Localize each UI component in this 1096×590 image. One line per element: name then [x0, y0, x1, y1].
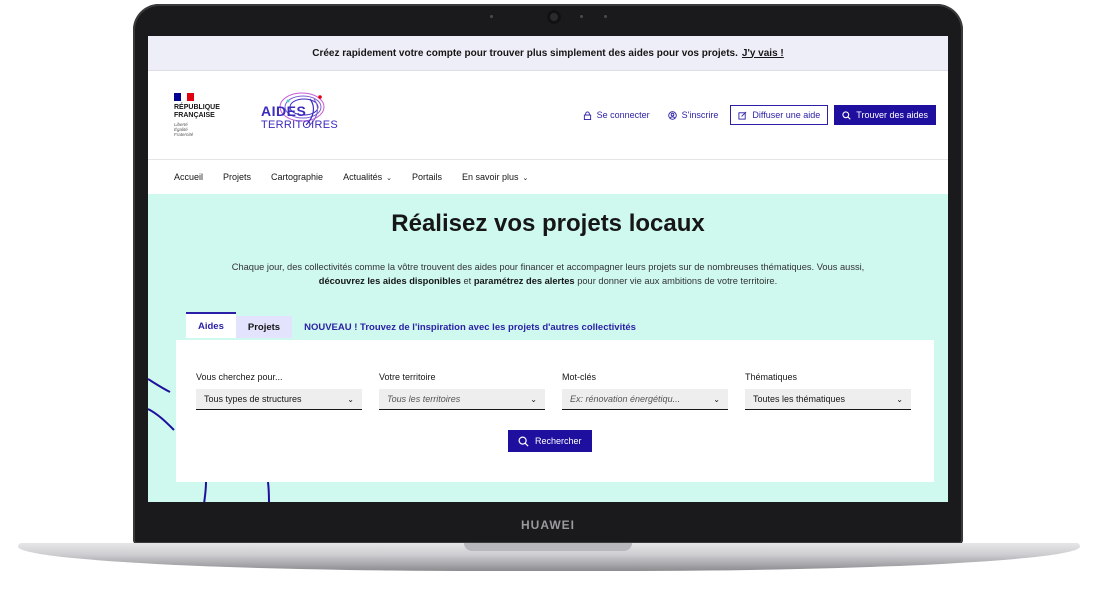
keywords-input[interactable]: Ex: rénovation énergétiqu... ⌄ [562, 389, 728, 410]
themes-field: Thématiques Toutes les thématiques ⌄ [745, 372, 911, 410]
logo-territoires-text[interactable]: TERRITOIRES [261, 119, 338, 131]
webcam [547, 10, 561, 24]
nav-item-projets[interactable]: Projets [223, 172, 251, 182]
search-icon [518, 435, 529, 447]
logo-aides-text[interactable]: AIDES [261, 103, 306, 119]
search-panel: Vous cherchez pour... Tous types de stru… [176, 340, 934, 482]
sensor-dot [604, 15, 607, 18]
select-placeholder: Tous les territoires [387, 394, 461, 404]
signup-banner: Créez rapidement votre compte pour trouv… [148, 36, 948, 71]
chevron-down-icon: ⌄ [896, 394, 903, 404]
chevron-down-icon: ⌄ [530, 394, 537, 404]
header-actions: Se connecter S'inscrire Diffuser une aid… [577, 105, 936, 125]
nav-item-label: Actualités [343, 172, 383, 182]
signup-link[interactable]: S'inscrire [662, 106, 725, 124]
hero-desc-part: Chaque jour, des collectivités comme la … [231, 262, 865, 272]
hero-description: Chaque jour, des collectivités comme la … [168, 260, 928, 288]
territory-select[interactable]: Tous les territoires ⌄ [379, 389, 545, 410]
laptop-notch [464, 543, 632, 551]
hero-section: Réalisez vos projets locaux Chaque jour,… [148, 194, 948, 502]
territory-field: Votre territoire Tous les territoires ⌄ [379, 372, 545, 410]
nav-item-actualites[interactable]: Actualités ⌄ [343, 172, 392, 182]
nav-item-en-savoir-plus[interactable]: En savoir plus ⌄ [462, 172, 528, 182]
discover-aids-text: découvrez les aides disponibles [318, 276, 461, 286]
alerts-text: paramétrez des alertes [473, 276, 575, 286]
signup-label: S'inscrire [681, 110, 719, 120]
login-link[interactable]: Se connecter [577, 106, 656, 124]
select-value: Toutes les thématiques [753, 394, 846, 404]
themes-select[interactable]: Toutes les thématiques ⌄ [745, 389, 911, 410]
find-aids-button[interactable]: Trouver des aides [834, 105, 936, 125]
lock-icon [583, 110, 591, 120]
tab-projets[interactable]: Projets [235, 316, 293, 338]
publish-aid-button[interactable]: Diffuser une aide [730, 105, 829, 125]
browser-screen: Créez rapidement votre compte pour trouv… [148, 36, 948, 502]
chevron-down-icon: ⌄ [347, 394, 354, 404]
field-label: Votre territoire [379, 372, 436, 382]
input-placeholder: Ex: rénovation énergétiqu... [570, 394, 681, 404]
nav-item-label: En savoir plus [461, 172, 519, 182]
field-label: Thématiques [745, 372, 798, 382]
select-value: Tous types de structures [204, 394, 302, 404]
field-label: Vous cherchez pour... [196, 372, 283, 382]
sensor-dot [490, 15, 493, 18]
nav-item-cartographie[interactable]: Cartographie [271, 172, 323, 182]
login-label: Se connecter [596, 110, 650, 120]
nav-item-portails[interactable]: Portails [412, 172, 442, 182]
banner-text: Créez rapidement votre compte pour trouv… [312, 47, 738, 59]
marianne-line: RÉPUBLIQUE [174, 104, 220, 111]
search-icon [842, 110, 851, 120]
find-aids-label: Trouver des aides [856, 110, 928, 120]
marianne-line: FRANÇAISE [174, 111, 215, 119]
tab-aides[interactable]: Aides [186, 312, 236, 338]
search-button-label: Rechercher [535, 436, 582, 446]
nav-item-accueil[interactable]: Accueil [174, 172, 203, 182]
devise-line: Fraternité [174, 132, 194, 137]
french-flag-icon [174, 93, 195, 101]
field-label: Mot-clés [562, 372, 597, 382]
user-icon [667, 110, 677, 120]
device-brand: HUAWEI [521, 518, 575, 532]
republique-francaise-logo[interactable]: RÉPUBLIQUE FRANÇAISE [174, 104, 220, 119]
chevron-down-icon: ⌄ [713, 394, 720, 404]
search-button[interactable]: Rechercher [508, 430, 592, 452]
banner-link[interactable]: J'y vais ! [742, 48, 784, 59]
site-header: RÉPUBLIQUE FRANÇAISE Liberté Égalité Fra… [148, 71, 948, 160]
main-nav: Accueil Projets Cartographie Actualités ⌄… [148, 160, 948, 195]
search-tabs: Aides Projets NOUVEAU ! Trouvez de l'ins… [186, 312, 648, 338]
keywords-field: Mot-clés Ex: rénovation énergétiqu... ⌄ [562, 372, 728, 410]
hero-desc-part: pour donner vie aux ambitions de votre t… [577, 276, 778, 286]
publish-aid-label: Diffuser une aide [752, 110, 821, 120]
chevron-down-icon: ⌄ [522, 175, 529, 182]
devise: Liberté Égalité Fraternité [174, 122, 193, 137]
hero-title: Réalisez vos projets locaux [391, 210, 705, 237]
hero-desc-part: et [463, 276, 472, 286]
edit-icon [738, 111, 747, 120]
chevron-down-icon: ⌄ [386, 175, 392, 182]
tab-nouveau-inspiration[interactable]: NOUVEAU ! Trouvez de l'inspiration avec … [292, 316, 648, 338]
sensor-dot [580, 15, 583, 18]
structure-type-select[interactable]: Tous types de structures ⌄ [196, 389, 362, 410]
structure-type-field: Vous cherchez pour... Tous types de stru… [196, 372, 362, 410]
